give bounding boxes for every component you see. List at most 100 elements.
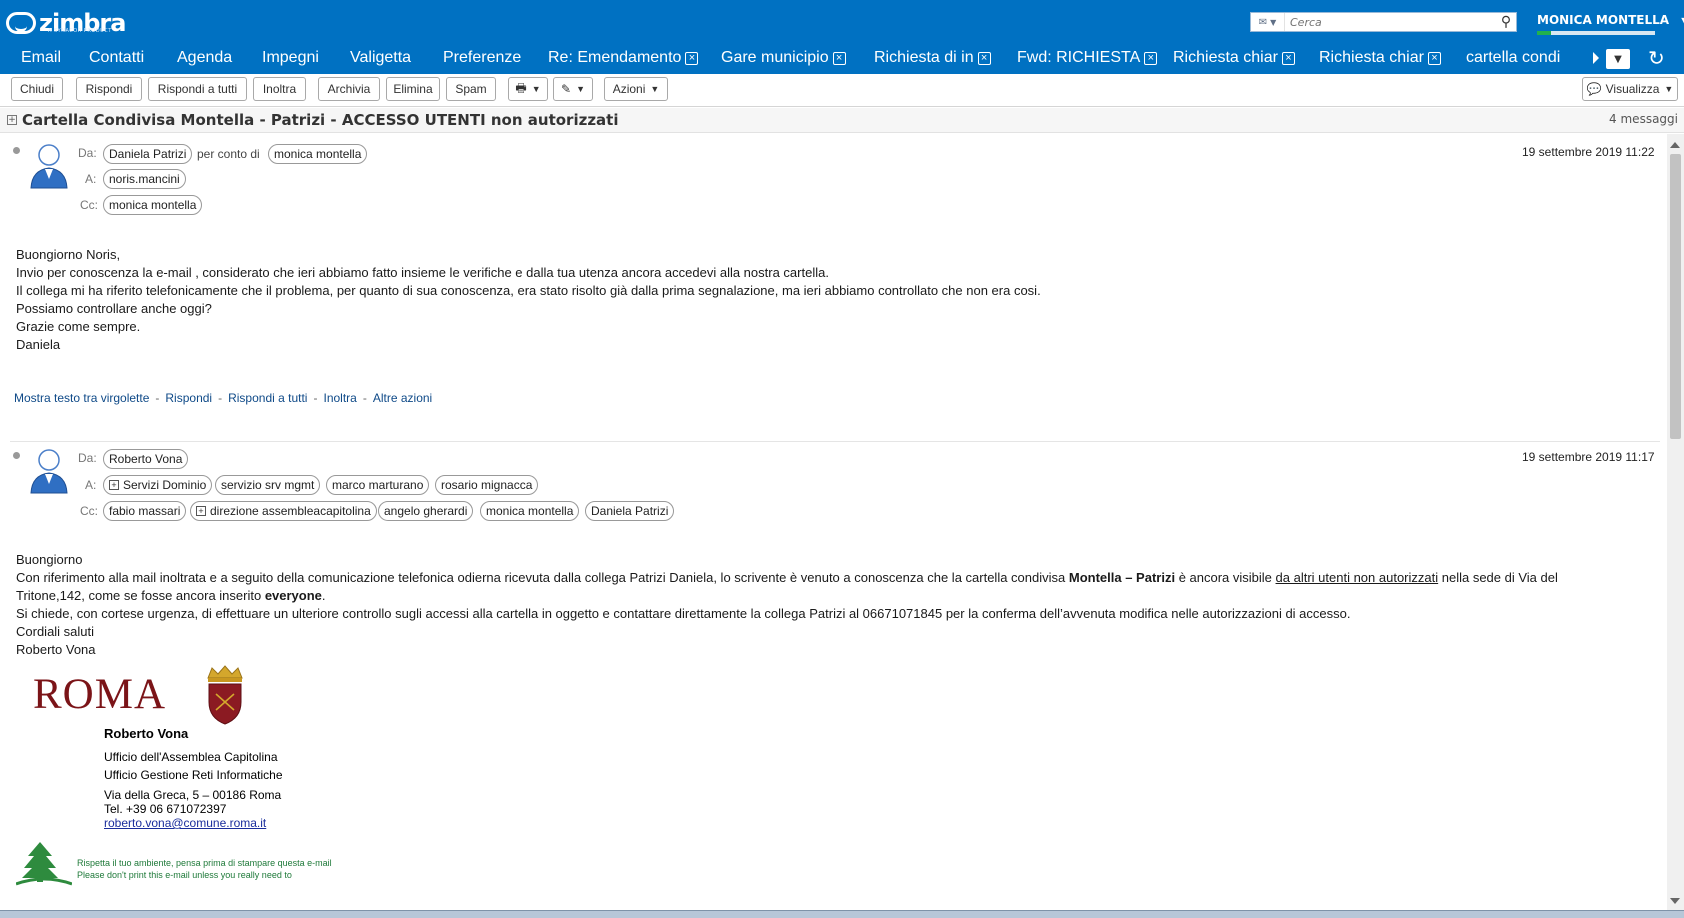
cc-chip[interactable]: monica montella xyxy=(480,501,580,521)
tab-richiesta-chiar-1[interactable]: Richiesta chiar × xyxy=(1173,49,1295,67)
tab-re-emendamento[interactable]: Re: Emendamento × xyxy=(548,49,699,67)
tab-preferenze[interactable]: Preferenze xyxy=(443,49,521,67)
close-tab-icon[interactable]: × xyxy=(685,51,699,65)
view-button[interactable]: 💬 Visualizza ▼ xyxy=(1582,77,1678,101)
tab-gare-municipio[interactable]: Gare municipio × xyxy=(721,49,846,67)
quota-bar xyxy=(1537,31,1655,35)
conversation-title: Cartella Condivisa Montella - Patrizi - … xyxy=(22,111,619,129)
cc-chip[interactable]: Daniela Patrizi xyxy=(585,501,675,521)
to-chip[interactable]: rosario mignacca xyxy=(435,475,539,495)
reply-all-link[interactable]: Rispondi a tutti xyxy=(228,391,307,405)
tab-agenda[interactable]: Agenda xyxy=(177,49,232,67)
scroll-thumb[interactable] xyxy=(1670,154,1681,439)
message-list: Da: Daniela Patrizi per conto di monica … xyxy=(0,134,1666,918)
search-input[interactable] xyxy=(1285,13,1496,31)
to-chip[interactable]: marco marturano xyxy=(326,475,430,495)
speech-bubble-icon: 💬 xyxy=(1586,82,1602,96)
on-behalf-label: per conto di xyxy=(197,147,260,161)
zimbra-logo-icon xyxy=(6,12,36,34)
cc-chip-group[interactable]: + direzione assembleacapitolina xyxy=(190,501,377,521)
expand-icon[interactable]: + xyxy=(7,115,17,125)
from-chip[interactable]: Daniela Patrizi xyxy=(103,144,193,164)
user-menu[interactable]: MONICA MONTELLA ▾ xyxy=(1537,13,1684,27)
expand-group-icon[interactable]: + xyxy=(109,480,119,490)
close-tab-icon[interactable]: × xyxy=(1427,51,1441,65)
signature-office: Ufficio dell'Assemblea Capitolina xyxy=(104,750,278,764)
chevron-down-icon: ▼ xyxy=(531,84,541,94)
eco-tree-icon xyxy=(16,842,72,886)
reply-button[interactable]: Rispondi xyxy=(76,77,142,101)
tab-email[interactable]: Email xyxy=(21,49,61,67)
top-header: zimbra A SYNACOR PRODUCT ✉▼ ⚲ MONICA MON… xyxy=(0,0,1684,44)
search-type-dropdown[interactable]: ✉ ▼ xyxy=(1251,13,1285,31)
archive-button[interactable]: Archivia xyxy=(318,77,380,101)
avatar xyxy=(30,449,68,494)
tab-richiesta-chiar-2[interactable]: Richiesta chiar × xyxy=(1319,49,1441,67)
eco-note: Rispetta il tuo ambiente, pensa prima di… xyxy=(77,858,332,868)
close-button[interactable]: Chiudi xyxy=(11,77,63,101)
more-actions-link[interactable]: Altre azioni xyxy=(373,391,432,405)
from-label: Da: xyxy=(78,451,97,465)
chevron-down-icon: ▼ xyxy=(1270,17,1277,27)
tab-contatti[interactable]: Contatti xyxy=(89,49,144,67)
printer-icon: 🖶 xyxy=(515,80,527,95)
search-box: ✉▼ ⚲ xyxy=(1250,12,1517,32)
message-toolbar: Chiudi Rispondi Rispondi a tutti Inoltra… xyxy=(0,74,1684,107)
spam-button[interactable]: Spam xyxy=(446,77,496,101)
underlined-text: da altri utenti non autorizzati xyxy=(1275,570,1439,585)
tag-button[interactable]: ✎ ▼ xyxy=(553,77,593,101)
message-count: 4 messaggi xyxy=(1609,112,1678,126)
close-tab-icon[interactable]: × xyxy=(832,51,846,65)
to-chip[interactable]: servizio srv mgmt xyxy=(215,475,321,495)
unread-dot-icon[interactable] xyxy=(13,147,20,154)
delete-button[interactable]: Elimina xyxy=(386,77,440,101)
chevron-down-icon: ▼ xyxy=(650,84,660,94)
close-tab-icon[interactable]: × xyxy=(1144,51,1158,65)
tab-impegni[interactable]: Impegni xyxy=(262,49,319,67)
conversation-header: + Cartella Condivisa Montella - Patrizi … xyxy=(0,108,1684,133)
on-behalf-chip[interactable]: monica montella xyxy=(268,144,368,164)
mail-icon: ✉ xyxy=(1258,16,1268,28)
to-label: A: xyxy=(85,478,97,492)
to-chip-group[interactable]: + Servizi Dominio xyxy=(103,475,213,495)
cc-chip[interactable]: angelo gherardi xyxy=(378,501,474,521)
tab-valigetta[interactable]: Valigetta xyxy=(350,49,411,67)
message-date: 19 settembre 2019 11:22 xyxy=(1522,145,1655,159)
close-tab-icon[interactable]: × xyxy=(977,51,991,65)
unread-dot-icon[interactable] xyxy=(13,452,20,459)
tab-cartella-condi[interactable]: cartella condi xyxy=(1466,49,1560,67)
message-body: Buongiorno Noris, Invio per conoscenza l… xyxy=(16,247,1041,352)
tab-richiesta-di-in[interactable]: Richiesta di in × xyxy=(874,49,991,67)
print-button[interactable]: 🖶 ▼ xyxy=(508,77,548,101)
reply-all-button[interactable]: Rispondi a tutti xyxy=(148,77,247,101)
roma-crest-icon xyxy=(207,665,243,725)
reply-link[interactable]: Rispondi xyxy=(165,391,212,405)
user-name: MONICA MONTELLA xyxy=(1537,13,1670,27)
scroll-down-icon[interactable] xyxy=(1670,898,1680,904)
close-tab-icon[interactable]: × xyxy=(1281,51,1295,65)
cc-label: Cc: xyxy=(80,504,98,518)
tabs-scroll-right-icon[interactable] xyxy=(1593,52,1599,64)
search-icon[interactable]: ⚲ xyxy=(1496,13,1516,31)
cc-chip[interactable]: monica montella xyxy=(103,195,203,215)
from-label: Da: xyxy=(78,146,97,160)
show-quoted-link[interactable]: Mostra testo tra virgolette xyxy=(14,391,149,405)
message-body: Buongiorno Con riferimento alla mail ino… xyxy=(16,552,1558,657)
forward-link[interactable]: Inoltra xyxy=(323,391,356,405)
refresh-icon[interactable]: ↻ xyxy=(1648,46,1665,70)
to-chip[interactable]: noris.mancini xyxy=(103,169,186,189)
avatar xyxy=(30,144,68,189)
signature-email-link[interactable]: roberto.vona@comune.roma.it xyxy=(104,816,266,830)
scrollbar[interactable] xyxy=(1667,134,1684,918)
scroll-up-icon[interactable] xyxy=(1670,142,1680,148)
tab-fwd-richiesta[interactable]: Fwd: RICHIESTA × xyxy=(1017,49,1158,67)
chevron-down-icon: ▼ xyxy=(1664,84,1674,94)
tabs-overflow-dropdown-icon[interactable]: ▼ xyxy=(1606,49,1630,69)
app-tabs: Email Contatti Agenda Impegni Valigetta … xyxy=(0,44,1684,74)
forward-button[interactable]: Inoltra xyxy=(253,77,306,101)
from-chip[interactable]: Roberto Vona xyxy=(103,449,189,469)
expand-group-icon[interactable]: + xyxy=(196,506,206,516)
cc-chip[interactable]: fabio massari xyxy=(103,501,187,521)
actions-button[interactable]: Azioni ▼ xyxy=(604,77,668,101)
message-divider xyxy=(10,441,1660,442)
